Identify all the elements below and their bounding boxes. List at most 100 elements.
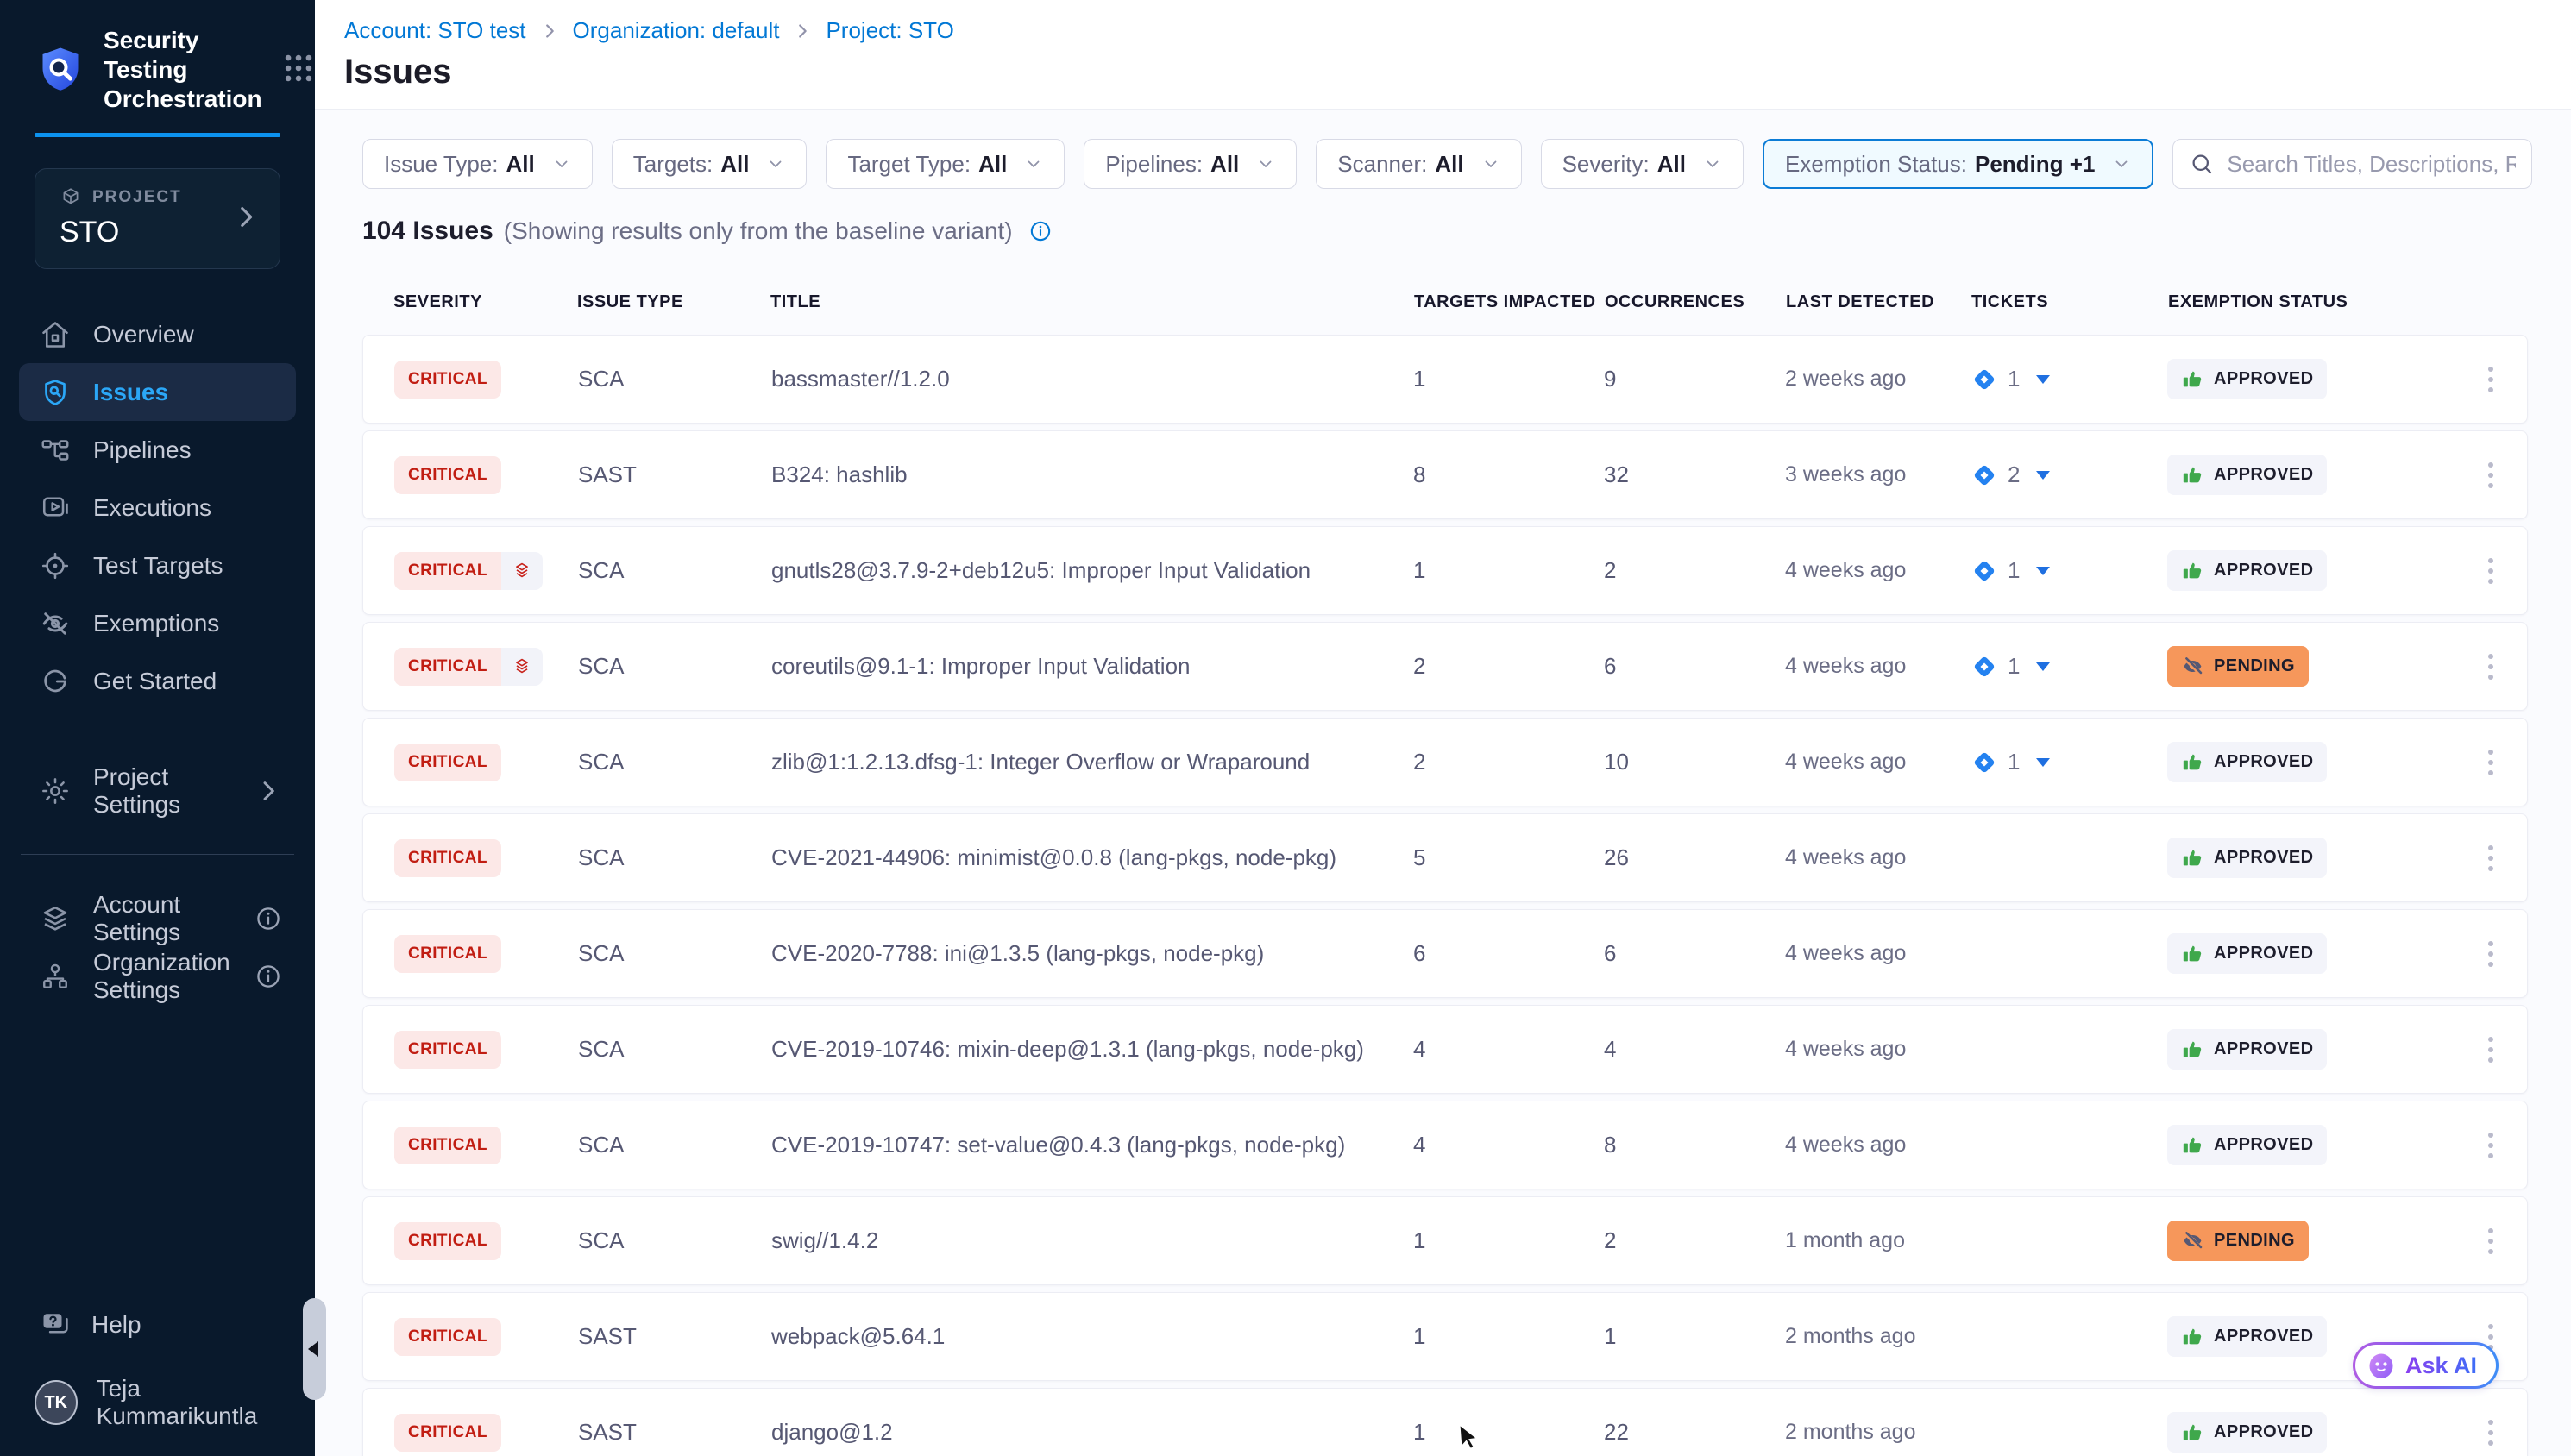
issue-title[interactable]: gnutls28@3.7.9-2+deb12u5: Improper Input… xyxy=(771,557,1413,584)
severity-badge: CRITICAL xyxy=(394,648,543,686)
ask-ai-button[interactable]: Ask AI xyxy=(2353,1342,2499,1389)
column-header-last-detected[interactable]: LAST DETECTED xyxy=(1786,292,1971,312)
breadcrumb-link-2[interactable]: Project: STO xyxy=(826,17,953,44)
column-header-occurrences[interactable]: OCCURRENCES xyxy=(1605,292,1786,312)
issue-title[interactable]: CVE-2019-10747: set-value@0.4.3 (lang-pk… xyxy=(771,1132,1413,1158)
issue-title[interactable]: django@1.2 xyxy=(771,1419,1413,1446)
sidebar-item-executions[interactable]: Executions xyxy=(0,479,315,537)
filter-value: All xyxy=(1435,151,1463,178)
table-row[interactable]: CRITICAL SCA bassmaster//1.2.0 1 9 2 wee… xyxy=(362,335,2528,424)
sidebar-item-label: Organization Settings xyxy=(93,949,232,1004)
filter-bar: Issue Type: All Targets: All Target Type… xyxy=(362,139,2528,189)
filter-value: All xyxy=(978,151,1007,178)
row-menu-kebab-icon[interactable] xyxy=(2481,1126,2500,1165)
ticket-caret-down-icon[interactable] xyxy=(2036,471,2050,480)
table-row[interactable]: CRITICAL SAST django@1.2 1 22 2 months a… xyxy=(362,1388,2528,1456)
thumbs-up-icon xyxy=(2181,559,2204,582)
sidebar-item-help[interactable]: Help xyxy=(0,1297,315,1352)
column-header-exemption-status[interactable]: EXEMPTION STATUS xyxy=(2168,292,2464,312)
filter-targets-[interactable]: Targets: All xyxy=(612,139,808,189)
issue-title[interactable]: CVE-2021-44906: minimist@0.0.8 (lang-pkg… xyxy=(771,844,1413,871)
filter-pipelines-[interactable]: Pipelines: All xyxy=(1084,139,1297,189)
row-menu-kebab-icon[interactable] xyxy=(2481,934,2500,974)
ticket-count: 1 xyxy=(2008,653,2020,680)
sidebar-item-project-settings[interactable]: Project Settings xyxy=(0,762,315,819)
user-avatar: TK xyxy=(35,1380,78,1425)
ticket-caret-down-icon[interactable] xyxy=(2036,567,2050,575)
row-menu-kebab-icon[interactable] xyxy=(2481,455,2500,495)
column-header-title[interactable]: TITLE xyxy=(770,292,1414,312)
sidebar-collapse-button[interactable] xyxy=(303,1298,326,1400)
issue-title[interactable]: webpack@5.64.1 xyxy=(771,1323,1413,1350)
sidebar-item-organization-settings[interactable]: Organization Settings xyxy=(0,947,315,1005)
column-header-targets-impacted[interactable]: TARGETS IMPACTED xyxy=(1414,292,1605,312)
table-row[interactable]: CRITICAL SAST webpack@5.64.1 1 1 2 month… xyxy=(362,1292,2528,1381)
info-icon[interactable] xyxy=(1028,219,1053,243)
row-menu-kebab-icon[interactable] xyxy=(2481,647,2500,687)
info-icon[interactable] xyxy=(255,905,282,932)
row-menu-kebab-icon[interactable] xyxy=(2481,1221,2500,1261)
issue-title[interactable]: zlib@1:1.2.13.dfsg-1: Integer Overflow o… xyxy=(771,749,1413,775)
issue-title[interactable]: CVE-2019-10746: mixin-deep@1.3.1 (lang-p… xyxy=(771,1036,1413,1063)
exemption-status-badge: PENDING xyxy=(2167,1221,2309,1261)
filter-issue-type-[interactable]: Issue Type: All xyxy=(362,139,593,189)
table-row[interactable]: CRITICAL SCA CVE-2021-44906: minimist@0.… xyxy=(362,813,2528,902)
ticket-caret-down-icon[interactable] xyxy=(2036,662,2050,671)
filter-scanner-[interactable]: Scanner: All xyxy=(1316,139,1521,189)
user-profile[interactable]: TK Teja Kummarikuntla xyxy=(0,1352,315,1456)
row-menu-kebab-icon[interactable] xyxy=(2481,551,2500,591)
column-header-tickets[interactable]: TICKETS xyxy=(1971,292,2168,312)
search-input[interactable] xyxy=(2227,151,2516,178)
row-menu-kebab-icon[interactable] xyxy=(2481,1413,2500,1453)
table-row[interactable]: CRITICAL SCA coreutils@9.1-1: Improper I… xyxy=(362,622,2528,711)
issue-title[interactable]: coreutils@9.1-1: Improper Input Validati… xyxy=(771,653,1413,680)
sidebar-item-account-settings[interactable]: Account Settings xyxy=(0,889,315,947)
ticket-caret-down-icon[interactable] xyxy=(2036,758,2050,767)
table-row[interactable]: CRITICAL SCA swig//1.4.2 1 2 1 month ago… xyxy=(362,1196,2528,1285)
exemption-status-badge: APPROVED xyxy=(2167,742,2327,782)
table-row[interactable]: CRITICAL SCA CVE-2020-7788: ini@1.3.5 (l… xyxy=(362,909,2528,998)
info-icon[interactable] xyxy=(255,963,282,990)
issue-title[interactable]: bassmaster//1.2.0 xyxy=(771,366,1413,392)
search-icon xyxy=(2189,151,2215,177)
project-selector[interactable]: PROJECT STO xyxy=(35,168,280,269)
row-menu-kebab-icon[interactable] xyxy=(2481,360,2500,399)
sidebar-item-test-targets[interactable]: Test Targets xyxy=(0,537,315,594)
sidebar-item-get-started[interactable]: Get Started xyxy=(0,652,315,710)
breadcrumb-link-1[interactable]: Organization: default xyxy=(573,17,780,44)
exemption-status-label: APPROVED xyxy=(2214,369,2313,389)
table-row[interactable]: CRITICAL SCA zlib@1:1.2.13.dfsg-1: Integ… xyxy=(362,718,2528,806)
column-header-severity[interactable]: SEVERITY xyxy=(393,292,577,312)
issue-title[interactable]: swig//1.4.2 xyxy=(771,1227,1413,1254)
sidebar-item-exemptions[interactable]: Exemptions xyxy=(0,594,315,652)
exemption-status-label: APPROVED xyxy=(2214,1327,2313,1346)
thumbs-up-icon xyxy=(2181,1325,2204,1348)
last-detected: 4 weeks ago xyxy=(1785,941,1971,966)
thumbs-up-icon xyxy=(2181,463,2204,486)
sidebar-item-pipelines[interactable]: Pipelines xyxy=(0,421,315,479)
issue-title[interactable]: CVE-2020-7788: ini@1.3.5 (lang-pkgs, nod… xyxy=(771,940,1413,967)
filter-value: All xyxy=(1210,151,1239,178)
chevron-down-icon xyxy=(2112,154,2131,173)
column-header-issue-type[interactable]: ISSUE TYPE xyxy=(577,292,770,312)
ticket-caret-down-icon[interactable] xyxy=(2036,375,2050,384)
row-menu-kebab-icon[interactable] xyxy=(2481,838,2500,878)
filter-severity-[interactable]: Severity: All xyxy=(1541,139,1744,189)
table-row[interactable]: CRITICAL SCA CVE-2019-10747: set-value@0… xyxy=(362,1101,2528,1189)
breadcrumb-link-0[interactable]: Account: STO test xyxy=(344,17,526,44)
row-menu-kebab-icon[interactable] xyxy=(2481,1030,2500,1070)
targets-impacted: 4 xyxy=(1413,1132,1604,1158)
filter-target-type-[interactable]: Target Type: All xyxy=(826,139,1065,189)
table-row[interactable]: CRITICAL SAST B324: hashlib 8 32 3 weeks… xyxy=(362,430,2528,519)
sidebar-item-issues[interactable]: Issues xyxy=(19,363,296,421)
row-menu-kebab-icon[interactable] xyxy=(2481,743,2500,782)
table-row[interactable]: CRITICAL SCA gnutls28@3.7.9-2+deb12u5: I… xyxy=(362,526,2528,615)
filter-exemption-status-[interactable]: Exemption Status: Pending +1 xyxy=(1763,139,2153,189)
table-row[interactable]: CRITICAL SCA CVE-2019-10746: mixin-deep@… xyxy=(362,1005,2528,1094)
last-detected: 1 month ago xyxy=(1785,1228,1971,1253)
app-switcher-grid-icon[interactable] xyxy=(280,49,317,91)
sidebar-item-overview[interactable]: Overview xyxy=(0,305,315,363)
last-detected: 4 weeks ago xyxy=(1785,750,1971,775)
issue-title[interactable]: B324: hashlib xyxy=(771,461,1413,488)
targets-impacted: 1 xyxy=(1413,1323,1604,1350)
